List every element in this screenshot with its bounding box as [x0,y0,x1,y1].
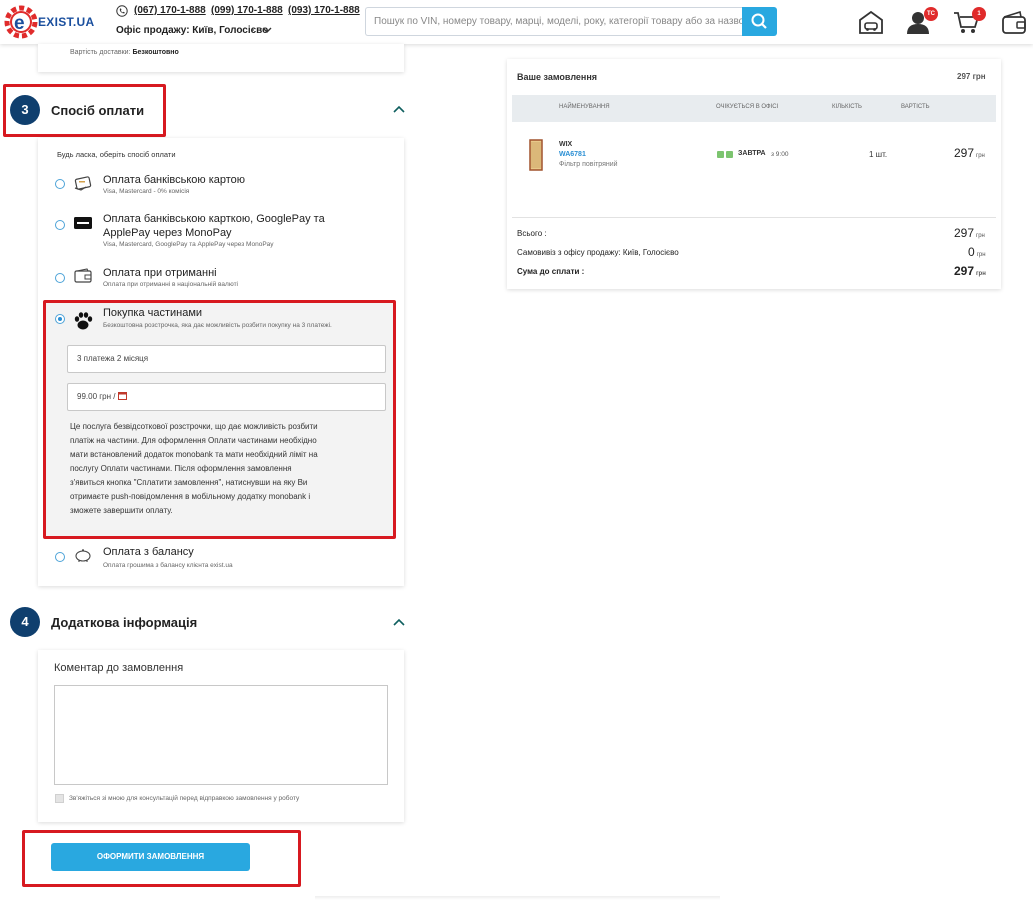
payment-option-subtitle: Visa, Mastercard - 0% комісія [103,188,190,195]
wallet-icon [74,268,92,283]
phone-link-2[interactable]: (099) 170-1-888 [211,5,283,16]
wallet-header-icon[interactable] [1000,8,1028,36]
eta-time: з 9:00 [771,151,789,158]
logo-text: EXIST.UA [38,15,95,29]
payment-option-title[interactable]: Оплата банківською картою [103,173,245,187]
column-header: ОЧІКУЄТЬСЯ В ОФІСІ [716,104,779,110]
radio-cash-on-delivery[interactable] [55,273,65,283]
item-quantity: 1 шт. [869,150,888,159]
radio-monopay[interactable] [55,220,65,230]
payment-option-title[interactable]: Оплата з балансу [103,545,194,559]
step-number-4: 4 [10,607,40,637]
comment-textarea[interactable] [54,685,388,785]
payment-option-subtitle: Оплата при отриманні в національній валю… [103,281,238,288]
comment-label: Коментар до замовлення [54,662,184,674]
consult-checkbox[interactable] [55,794,64,803]
column-header: КІЛЬКІСТЬ [832,104,862,110]
column-header: ВАРТІСТЬ [901,104,930,110]
summary-pickup-value: 0 грн [968,245,986,259]
card-hand-icon [74,176,92,191]
product-brand: WIX [559,141,573,148]
product-code-link[interactable]: WA6781 [559,151,586,158]
product-thumbnail[interactable] [525,138,547,172]
payment-option-title[interactable]: Оплата при отриманні [103,266,217,280]
payment-option-subtitle: Оплата грошима з балансу клієнта exist.u… [103,562,233,569]
summary-due-value: 297 грн [954,264,986,278]
search-input[interactable]: Пошук по VIN, номеру товару, марці, моде… [365,7,742,36]
additional-section-title: Додаткова інформація [51,615,198,630]
garage-icon[interactable] [857,8,885,36]
site-header: e EXIST.UA (067) 170-1-888 (099) 170-1-8… [0,0,1033,44]
availability-dot [726,151,733,158]
payment-option-subtitle: Visa, Mastercard, GooglePay та ApplePay … [103,241,274,248]
search-icon [751,13,767,29]
phone-link-3[interactable]: (093) 170-1-888 [288,5,360,16]
svg-text:e: e [14,13,25,34]
highlight-submit [22,830,301,887]
summary-due-label: Сума до сплати : [517,267,585,276]
gear-logo-icon: e [4,5,38,39]
divider [512,217,996,218]
highlight-installment [43,300,396,539]
order-title: Ваше замовлення [517,72,598,82]
consult-label: Зв'яжіться зі мною для консультацій пере… [69,795,300,802]
summary-total-label: Всього : [517,229,547,238]
item-price: 297 грн [954,146,985,160]
site-logo[interactable]: e EXIST.UA [4,2,102,40]
radio-bank-card[interactable] [55,179,65,189]
profile-badge: TC [924,7,938,21]
product-name: Фільтр повітряний [559,161,618,168]
eta-day: ЗАВТРА [738,150,766,157]
radio-balance[interactable] [55,552,65,562]
delivery-card: Вартість доставки: Безкоштовно [38,44,404,72]
phone-link-1[interactable]: (067) 170-1-888 [134,5,206,16]
payment-option-title[interactable]: Оплата банківською карткою, GooglePay та… [103,212,363,240]
highlight-payment-title [3,84,166,137]
phone-icon [116,5,128,17]
summary-pickup-label: Самовивіз з офісу продажу: Київ, Голосіє… [517,248,679,257]
piggy-bank-icon [75,549,91,562]
chevron-up-icon[interactable] [393,618,405,626]
column-header: НАЙМЕНУВАННЯ [559,104,610,110]
monopay-card-icon [74,217,92,229]
office-selector[interactable]: Офіс продажу: Київ, Голосієво [116,25,268,36]
chevron-down-icon[interactable] [262,26,272,34]
page-bottom-edge [315,896,720,900]
chevron-up-icon[interactable] [393,105,405,113]
order-total-header: 297 грн [957,72,986,81]
availability-dot [717,151,724,158]
payment-prompt: Будь ласка, оберіть спосіб оплати [57,150,176,159]
cart-badge: 1 [972,7,986,21]
delivery-cost: Вартість доставки: Безкоштовно [70,49,179,56]
summary-total-value: 297 грн [954,226,985,240]
search-button[interactable] [742,7,777,36]
